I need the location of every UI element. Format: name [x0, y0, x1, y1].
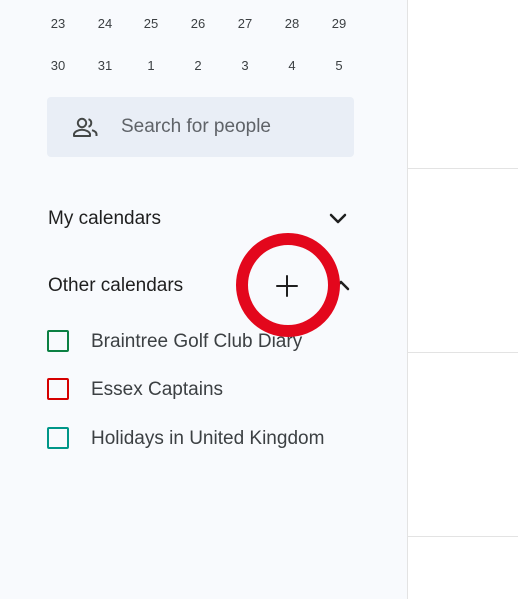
chevron-down-icon[interactable] — [327, 208, 349, 230]
calendar-day[interactable]: 29 — [319, 14, 359, 34]
grid-divider — [408, 536, 518, 537]
calendar-day[interactable]: 2 — [178, 56, 218, 76]
calendar-day[interactable]: 4 — [272, 56, 312, 76]
search-people-input[interactable]: Search for people — [47, 97, 354, 157]
calendar-day[interactable]: 27 — [225, 14, 265, 34]
calendar-day[interactable]: 31 — [85, 56, 125, 76]
sidebar-divider — [407, 0, 408, 599]
mini-calendar-week: 23 24 25 26 27 28 29 — [38, 14, 358, 34]
mini-calendar-week: 30 31 1 2 3 4 5 — [38, 56, 358, 76]
calendar-checkbox[interactable] — [47, 330, 69, 352]
plus-icon[interactable] — [273, 272, 301, 300]
calendar-day[interactable]: 3 — [225, 56, 265, 76]
calendar-label: Holidays in United Kingdom — [91, 428, 325, 449]
calendar-day[interactable]: 1 — [131, 56, 171, 76]
calendar-checkbox[interactable] — [47, 378, 69, 400]
my-calendars-heading[interactable]: My calendars — [48, 207, 161, 231]
calendar-day[interactable]: 5 — [319, 56, 359, 76]
sidebar: 23 24 25 26 27 28 29 30 31 1 2 3 4 5 Sea… — [0, 0, 408, 599]
grid-divider — [408, 352, 518, 353]
calendar-day[interactable]: 26 — [178, 14, 218, 34]
calendar-label: Braintree Golf Club Diary — [91, 331, 303, 352]
calendar-list-item[interactable]: Holidays in United Kingdom — [45, 425, 385, 453]
calendar-checkbox[interactable] — [47, 427, 69, 449]
calendar-list-item[interactable]: Braintree Golf Club Diary — [45, 328, 385, 356]
calendar-day[interactable]: 30 — [38, 56, 78, 76]
calendar-list-item[interactable]: Essex Captains — [45, 376, 385, 404]
people-icon — [71, 115, 101, 139]
calendar-day[interactable]: 25 — [131, 14, 171, 34]
other-calendars-heading[interactable]: Other calendars — [48, 274, 183, 298]
search-placeholder: Search for people — [121, 116, 271, 137]
calendar-day[interactable]: 23 — [38, 14, 78, 34]
calendar-day[interactable]: 28 — [272, 14, 312, 34]
grid-divider — [408, 168, 518, 169]
calendar-label: Essex Captains — [91, 379, 224, 400]
chevron-up-icon[interactable] — [330, 274, 352, 296]
calendar-day[interactable]: 24 — [85, 14, 125, 34]
